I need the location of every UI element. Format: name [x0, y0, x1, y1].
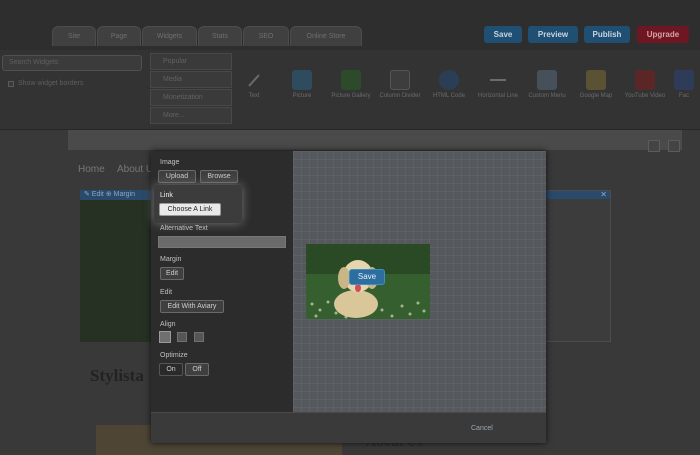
- checkbox-icon[interactable]: [8, 80, 14, 87]
- page-photo: [80, 190, 152, 342]
- widget-label: Column Divider: [379, 93, 421, 99]
- nav-about[interactable]: About U: [117, 164, 153, 175]
- widget-picture[interactable]: Picture: [277, 70, 327, 100]
- widget-label: YouTube Video: [624, 93, 666, 99]
- widget-panel: Search Widgets Show widget borders Popul…: [0, 50, 700, 130]
- widget-picture-gallery[interactable]: Picture Gallery: [326, 70, 376, 100]
- margin-label: Margin: [160, 256, 182, 263]
- dialog-footer: Cancel: [151, 412, 546, 443]
- edit-label: Edit: [160, 289, 173, 296]
- gallery-icon: [341, 70, 361, 90]
- align-label: Align: [160, 321, 176, 328]
- image-settings-dialog: Image Upload Browse Link Choose A Link A…: [151, 151, 546, 443]
- align-right-button[interactable]: [194, 332, 204, 342]
- widget-categories: Popular Media Monetization More...: [150, 53, 232, 125]
- align-center-button[interactable]: [177, 332, 187, 342]
- preview-button[interactable]: Preview: [528, 26, 578, 43]
- tab-page[interactable]: Page: [97, 26, 141, 46]
- tab-online-store[interactable]: Online Store: [290, 26, 362, 46]
- alt-text-label: Alternative Text: [160, 225, 208, 232]
- optimize-label: Optimize: [160, 352, 188, 359]
- upload-button[interactable]: Upload: [158, 170, 196, 183]
- widget-label: Picture Gallery: [331, 93, 371, 99]
- image-preview-area: [293, 151, 546, 412]
- header-image: [68, 130, 682, 150]
- show-widget-borders-label: Show widget borders: [18, 80, 84, 87]
- widget-label: Text: [248, 93, 260, 99]
- horizontal-line-icon: [488, 70, 508, 90]
- widget-youtube-video[interactable]: YouTube Video: [620, 70, 670, 100]
- show-widget-borders-toggle[interactable]: Show widget borders: [8, 80, 83, 87]
- page-settings-icon[interactable]: [648, 140, 660, 152]
- tab-site[interactable]: Site: [52, 26, 96, 46]
- tab-stats[interactable]: Stats: [198, 26, 242, 46]
- choose-link-button[interactable]: Choose A Link: [159, 203, 221, 216]
- publish-button[interactable]: Publish: [584, 26, 630, 43]
- widget-search-input[interactable]: Search Widgets: [2, 55, 142, 71]
- save-top-button[interactable]: Save: [484, 26, 522, 43]
- category-monetization[interactable]: Monetization: [150, 89, 232, 106]
- page-heading: Stylista: [90, 366, 144, 385]
- tab-seo[interactable]: SEO: [243, 26, 289, 46]
- image-settings-panel: Image Upload Browse Link Choose A Link A…: [151, 151, 293, 412]
- alt-text-input[interactable]: [158, 236, 286, 248]
- optimize-off-button[interactable]: Off: [185, 363, 209, 376]
- widget-horizontal-line[interactable]: Horizontal Line: [473, 70, 523, 100]
- page-layout-icon[interactable]: [668, 140, 680, 152]
- widget-google-map[interactable]: Google Map: [571, 70, 621, 100]
- top-toolbar: Site Page Widgets Stats SEO Online Store…: [0, 0, 700, 50]
- picture-icon: [292, 70, 312, 90]
- category-media[interactable]: Media: [150, 71, 232, 88]
- close-icon[interactable]: ✕: [600, 190, 607, 199]
- widget-label: Google Map: [579, 93, 613, 99]
- align-left-button[interactable]: [159, 331, 171, 343]
- widget-text[interactable]: Text: [229, 70, 279, 100]
- code-icon: [439, 70, 459, 90]
- page-side-box: ✕: [545, 190, 611, 342]
- page-tools: [648, 140, 680, 152]
- edit-with-aviary-button[interactable]: Edit With Aviary: [160, 300, 224, 313]
- dialog-save-button[interactable]: Save: [349, 269, 385, 285]
- widget-custom-menu[interactable]: Custom Menu: [522, 70, 572, 100]
- widget-label: Custom Menu: [528, 93, 566, 99]
- margin-edit-button[interactable]: Edit: [160, 267, 184, 280]
- widget-facebook[interactable]: Fac: [668, 70, 700, 100]
- optimize-on-button[interactable]: On: [159, 363, 183, 376]
- widget-label: Picture: [292, 93, 312, 99]
- cancel-link[interactable]: Cancel: [471, 425, 493, 432]
- browse-button[interactable]: Browse: [200, 170, 238, 183]
- pencil-icon: [244, 70, 264, 90]
- widget-column-divider[interactable]: Column Divider: [375, 70, 425, 100]
- element-edit-strip[interactable]: ✎ Edit ⊕ Margin: [80, 190, 152, 200]
- category-more[interactable]: More...: [150, 107, 232, 124]
- image-label: Image: [160, 159, 180, 166]
- columns-icon: [390, 70, 410, 90]
- category-popular[interactable]: Popular: [150, 53, 232, 70]
- widget-label: Horizontal Line: [477, 93, 519, 99]
- link-label: Link: [160, 192, 173, 199]
- widget-label: HTML Code: [432, 93, 466, 99]
- upgrade-button[interactable]: Upgrade: [637, 26, 689, 43]
- widget-label: Fac: [678, 93, 689, 99]
- tab-widgets[interactable]: Widgets: [142, 26, 197, 46]
- facebook-icon: [674, 70, 694, 90]
- nav-home[interactable]: Home: [78, 164, 105, 175]
- map-icon: [586, 70, 606, 90]
- youtube-icon: [635, 70, 655, 90]
- widget-html-code[interactable]: HTML Code: [424, 70, 474, 100]
- menu-icon: [537, 70, 557, 90]
